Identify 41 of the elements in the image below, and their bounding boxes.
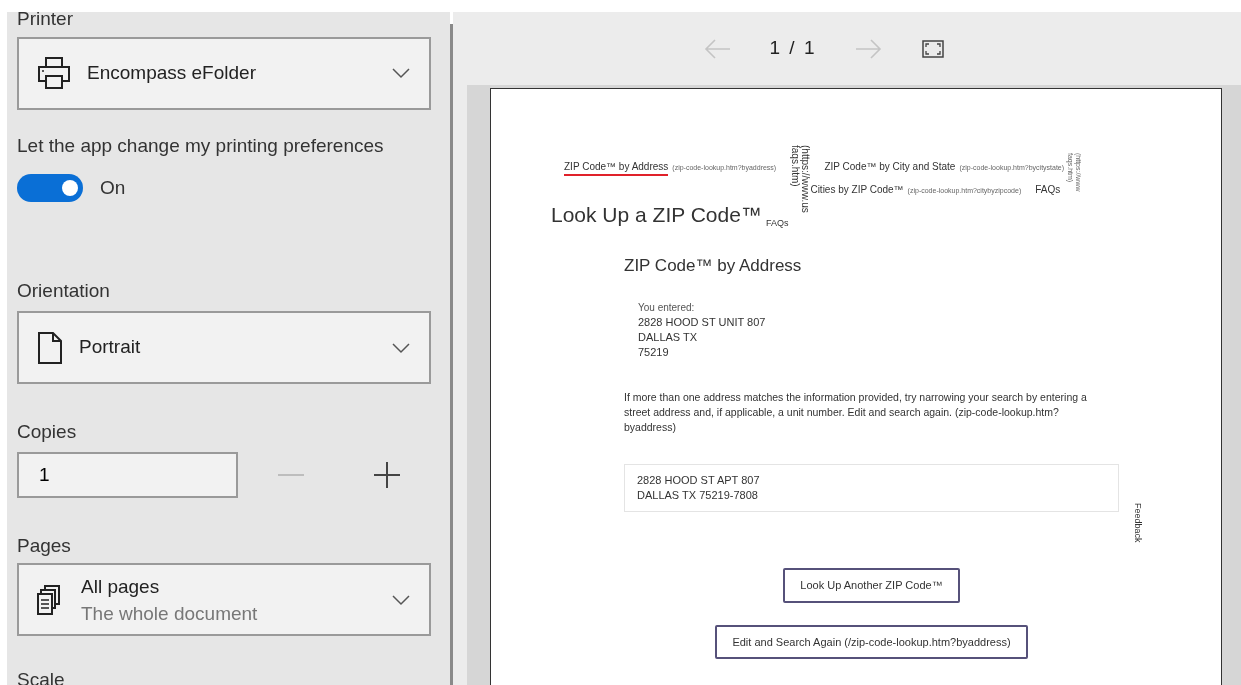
nav-link[interactable]: FAQs	[1035, 182, 1061, 197]
orientation-dropdown[interactable]: Portrait	[17, 311, 431, 384]
pages-dropdown[interactable]: All pages The whole document	[17, 563, 431, 636]
nav-link[interactable]: ZIP Code™ by Address	[564, 159, 669, 176]
notice-text: If more than one address matches the information provided, try narrowing your search by entering a street address and, if applicable, a unit number. Edit and search again. (zip-code-lookup.htm?byaddress)	[624, 390, 1088, 435]
page-title: Look Up a ZIP Code™	[551, 202, 762, 228]
address-line: 2828 HOOD ST UNIT 807	[638, 315, 767, 330]
address-line: 75219	[638, 345, 670, 360]
vertical-link[interactable]: (https://www.us faqs.htm)	[790, 145, 811, 213]
field-label: Copies	[17, 420, 77, 444]
nav-link[interactable]: Cities by ZIP Code™	[810, 182, 904, 197]
page-icon	[37, 330, 63, 365]
feedback-link[interactable]: Feedback	[1133, 503, 1143, 543]
result-line: 2828 HOOD ST APT 807	[637, 473, 761, 488]
nav-link[interactable]: ZIP Code™ by City and State	[824, 159, 956, 174]
page-counter: 1 / 1	[769, 36, 817, 61]
page-button[interactable]: Look Up Another ZIP Code™	[783, 568, 960, 603]
dropdown-value: Encompass eFolder	[87, 61, 256, 83]
dropdown-description: The whole document	[81, 601, 258, 626]
toggle-state: On	[100, 176, 126, 200]
fullscreen-icon[interactable]	[922, 39, 945, 58]
printer-dropdown[interactable]: Encompass eFolder	[17, 36, 431, 110]
dropdown-value: All pages	[81, 574, 161, 599]
faqs-link[interactable]: FAQs	[765, 217, 789, 231]
field-label: Pages	[17, 533, 71, 558]
field-label: Printer	[17, 12, 74, 31]
chevron-down-icon	[391, 341, 411, 354]
chevron-down-icon	[391, 593, 411, 606]
printer-icon	[37, 56, 71, 90]
result-line: DALLAS TX 75219-7808	[637, 488, 759, 503]
address-line: DALLAS TX	[638, 330, 699, 345]
chevron-down-icon	[391, 67, 411, 79]
dropdown-value: Portrait	[79, 336, 141, 358]
entered-label: You entered:	[638, 301, 696, 315]
field-label: Let the app change my printing preferences	[17, 133, 384, 158]
page-button[interactable]: Edit and Search Again (/zip-code-lookup.htm?byaddress)	[715, 624, 1028, 659]
section-heading: ZIP Code™ by Address	[624, 254, 803, 277]
copies-field[interactable]: 1	[17, 451, 238, 498]
plus-icon[interactable]	[374, 461, 400, 488]
toggle-switch[interactable]	[17, 174, 83, 203]
field-label: Orientation	[17, 278, 110, 303]
